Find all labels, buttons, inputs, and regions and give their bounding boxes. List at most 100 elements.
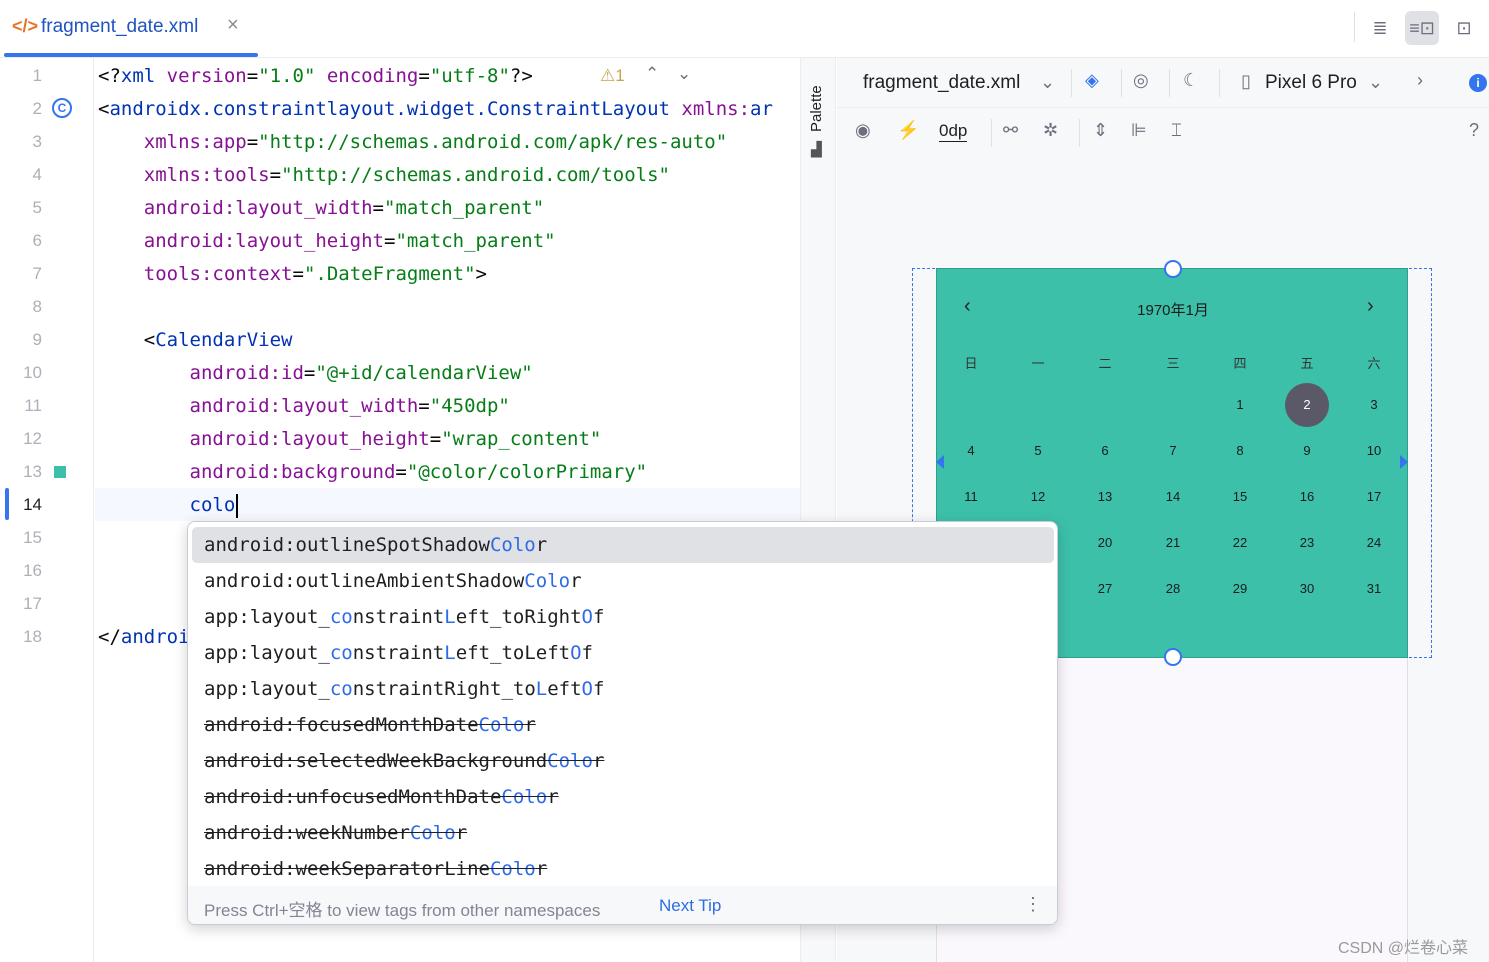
completion-item[interactable]: android:outlineSpotShadowColor — [192, 527, 1054, 563]
calendar-day[interactable]: 15 — [1218, 475, 1262, 519]
clear-constraints-icon[interactable]: ⚯ — [1003, 120, 1018, 141]
design-view-icon[interactable]: ⊡ — [1447, 11, 1481, 45]
code-line: <CalendarView — [98, 324, 293, 357]
completion-text-part: O — [570, 642, 582, 664]
calendar-day[interactable]: 5 — [1016, 429, 1060, 473]
completion-item[interactable]: android:outlineAmbientShadowColor — [192, 563, 1054, 599]
night-mode-icon[interactable]: ☾ — [1183, 70, 1199, 91]
previous-highlight-icon[interactable]: ⌃ — [645, 64, 659, 84]
left-constraint-arrow[interactable] — [936, 455, 944, 469]
close-tab-icon[interactable]: × — [227, 14, 239, 37]
calendar-day[interactable]: 10 — [1352, 429, 1396, 473]
calendar-day[interactable]: 4 — [949, 429, 993, 473]
calendar-day[interactable]: 28 — [1151, 567, 1195, 611]
next-highlight-icon[interactable]: ⌄ — [677, 64, 691, 84]
chevron-down-icon[interactable]: ⌄ — [1040, 72, 1055, 93]
right-constraint-arrow[interactable] — [1400, 455, 1408, 469]
align-icon[interactable]: ⊫ — [1131, 120, 1147, 141]
code-line: android:layout_width="match_parent" — [98, 192, 544, 225]
design-toolbar-top: fragment_date.xml ⌄ ◈ ◎ ☾ ▯ Pixel 6 Pro … — [837, 58, 1489, 108]
calendar-day[interactable]: 13 — [1083, 475, 1127, 519]
autoconnect-icon[interactable]: ⚡ — [897, 120, 919, 141]
calendar-day[interactable]: 27 — [1083, 567, 1127, 611]
default-margin-field[interactable]: 0dp — [939, 121, 968, 142]
weekday-label: 六 — [1367, 356, 1381, 371]
chevron-right-icon[interactable]: › — [1417, 70, 1423, 91]
device-selector[interactable]: Pixel 6 Pro — [1265, 72, 1357, 94]
completion-text-part: nstraint — [352, 642, 445, 664]
calendar-day[interactable]: 17 — [1352, 475, 1396, 519]
calendar-month-title: 1970年1月 — [1137, 302, 1209, 319]
completion-item[interactable]: android:selectedWeekBackgroundColor — [192, 743, 1054, 779]
completion-text-part: android:outlineSpotShadow — [204, 534, 490, 556]
completion-text-part: eft — [547, 678, 582, 700]
palette-tab-label[interactable]: Palette — [808, 85, 825, 132]
completion-item[interactable]: app:layout_constraintLeft_toRightOf — [192, 599, 1054, 635]
layers-icon[interactable]: ◈ — [1085, 70, 1099, 91]
completion-text-part: f — [593, 606, 605, 628]
completion-item[interactable]: android:weekSeparatorLineColor — [192, 851, 1054, 887]
color-preview-swatch[interactable] — [54, 466, 66, 478]
calendar-day[interactable]: 31 — [1352, 567, 1396, 611]
code-token: ?> — [509, 65, 533, 87]
completion-text-part: L — [535, 678, 548, 700]
split-view-icon[interactable]: ≡⊡ — [1405, 11, 1439, 45]
completion-item[interactable]: app:layout_constraintLeft_toLeftOf — [192, 635, 1054, 671]
pack-icon[interactable]: ⇕ — [1093, 120, 1108, 141]
calendar-day[interactable]: 29 — [1218, 567, 1262, 611]
calendar-day[interactable]: 21 — [1151, 521, 1195, 565]
line-number: 13 — [23, 462, 42, 481]
completion-item-label: app:layout_constraintLeft_toRightOf — [204, 606, 604, 628]
calendar-day[interactable]: 7 — [1151, 429, 1195, 473]
calendar-day[interactable]: 9 — [1285, 429, 1329, 473]
warning-count[interactable]: ⚠1 — [600, 66, 625, 86]
class-marker-icon[interactable]: C — [52, 98, 72, 118]
completion-item[interactable]: android:weekNumberColor — [192, 815, 1054, 851]
chevron-down-icon[interactable]: ⌄ — [1368, 72, 1383, 93]
info-icon[interactable]: i — [1469, 74, 1487, 92]
calendar-day[interactable]: 11 — [949, 475, 993, 519]
calendar-day[interactable]: 6 — [1083, 429, 1127, 473]
code-line: colo — [98, 489, 239, 522]
calendar-day[interactable]: 16 — [1285, 475, 1329, 519]
view-options-icon[interactable]: ◉ — [855, 120, 871, 141]
code-token: = — [418, 395, 430, 417]
file-tab[interactable]: </> fragment_date.xml × — [0, 0, 258, 58]
more-options-icon[interactable]: ⋮ — [1024, 894, 1042, 915]
calendar-day[interactable]: 8 — [1218, 429, 1262, 473]
guidelines-icon[interactable]: ⌶ — [1171, 120, 1182, 141]
text-caret — [236, 493, 239, 518]
top-constraint-handle[interactable] — [1164, 260, 1182, 278]
completion-item[interactable]: android:unfocusedMonthDateColor — [192, 779, 1054, 815]
calendar-day[interactable]: 1 — [1218, 383, 1262, 427]
completion-text-part: f — [593, 678, 605, 700]
next-tip-link[interactable]: Next Tip — [659, 896, 721, 916]
code-line: android:background="@color/colorPrimary" — [98, 456, 648, 489]
calendar-day[interactable]: 12 — [1016, 475, 1060, 519]
code-token: "match_parent" — [384, 197, 545, 219]
code-line: xmlns:tools="http://schemas.android.com/… — [98, 159, 670, 192]
calendar-day[interactable]: 24 — [1352, 521, 1396, 565]
calendar-day[interactable]: 30 — [1285, 567, 1329, 611]
help-icon[interactable]: ? — [1469, 120, 1479, 141]
calendar-day[interactable]: 22 — [1218, 521, 1262, 565]
completion-item[interactable]: android:focusedMonthDateColor — [192, 707, 1054, 743]
code-token: "1.0" — [258, 65, 316, 87]
calendar-day[interactable]: 20 — [1083, 521, 1127, 565]
bottom-constraint-handle[interactable] — [1164, 648, 1182, 666]
line-number: 1 — [32, 66, 42, 85]
calendar-day[interactable]: 23 — [1285, 521, 1329, 565]
next-month-icon[interactable]: › — [1367, 295, 1374, 318]
completion-item[interactable]: app:layout_constraintRight_toLeftOf — [192, 671, 1054, 707]
code-token: = — [246, 65, 259, 87]
infer-constraints-icon[interactable]: ✲ — [1043, 120, 1058, 141]
orientation-icon[interactable]: ◎ — [1133, 70, 1149, 91]
calendar-day[interactable]: 14 — [1151, 475, 1195, 519]
line-number: 4 — [32, 165, 42, 184]
design-file-selector[interactable]: fragment_date.xml — [863, 72, 1020, 94]
calendar-day[interactable]: 2 — [1285, 383, 1329, 427]
code-view-icon[interactable]: ≣ — [1363, 11, 1397, 45]
calendar-day[interactable]: 3 — [1352, 383, 1396, 427]
